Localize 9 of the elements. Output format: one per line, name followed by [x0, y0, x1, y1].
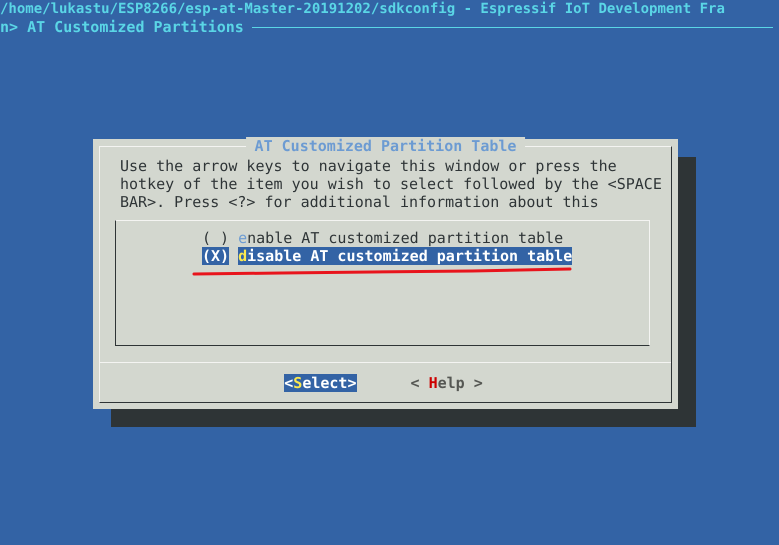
option-label[interactable]: enable AT customized partition table: [238, 229, 564, 247]
path-line: /home/lukastu/ESP8266/esp-at-Master-20191202/sdkconfig - Espressif IoT Development Fra: [0, 0, 726, 18]
radio-checked[interactable]: (X): [202, 247, 230, 265]
option-label[interactable]: disable AT customized partition table: [238, 247, 572, 265]
radio-unchecked[interactable]: ( ): [202, 229, 230, 247]
dialog-button[interactable]: <Select>: [284, 374, 356, 392]
help-text: Use the arrow keys to navigate this window or press the hotkey of the item you wish to select followed by the <SPACE BAR>. Press <?> for additional information about this: [119, 156, 663, 211]
dialog-button[interactable]: < Help >: [410, 374, 483, 392]
menu-title: n> AT Customized Partitions: [0, 18, 244, 36]
